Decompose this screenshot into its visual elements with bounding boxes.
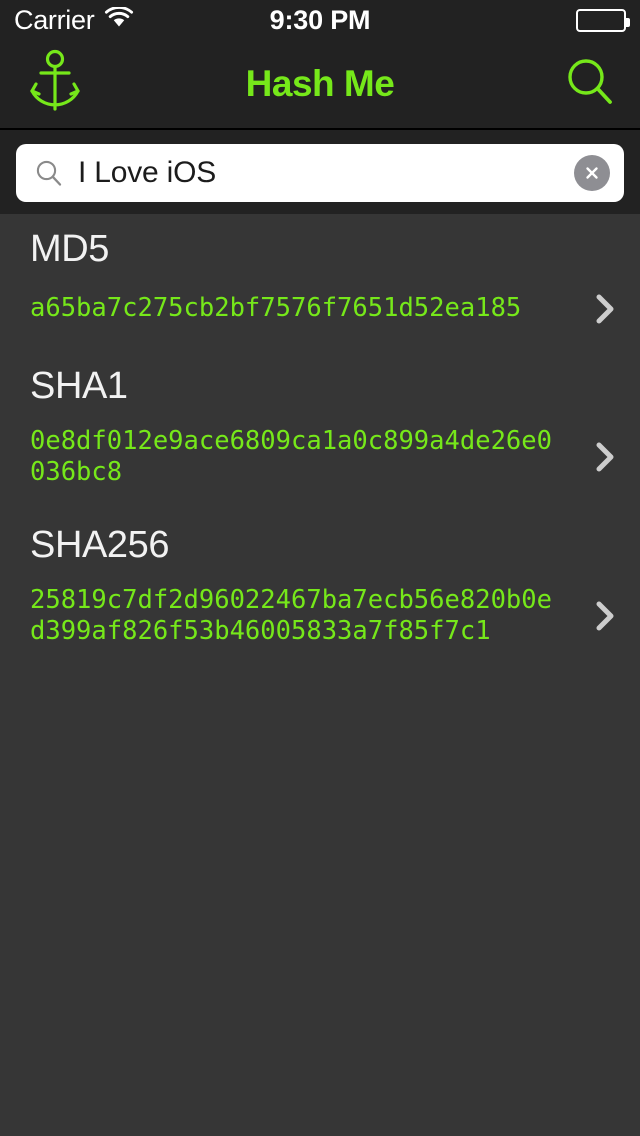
section-header-sha256: SHA256 bbox=[0, 510, 640, 571]
section-title: MD5 bbox=[30, 228, 110, 270]
search-input-icon bbox=[34, 158, 64, 188]
status-bar-left: Carrier bbox=[14, 5, 134, 36]
anchor-icon bbox=[24, 49, 86, 120]
section-title: SHA1 bbox=[30, 365, 128, 407]
hash-value-sha256: 25819c7df2d96022467ba7ecb56e820b0ed399af… bbox=[30, 585, 552, 647]
section-title: SHA256 bbox=[30, 524, 170, 567]
section-header-sha1: SHA1 bbox=[0, 351, 640, 412]
chevron-right-icon bbox=[592, 289, 618, 329]
section-header-md5: MD5 bbox=[0, 214, 640, 275]
clear-search-button[interactable] bbox=[574, 155, 610, 191]
status-bar-right bbox=[576, 8, 630, 32]
anchor-button[interactable] bbox=[24, 49, 86, 120]
battery-icon bbox=[576, 8, 630, 32]
chevron-right-icon bbox=[592, 437, 618, 477]
search-bar-container: I Love iOS bbox=[0, 130, 640, 214]
navigation-bar: Hash Me bbox=[0, 40, 640, 130]
search-icon bbox=[564, 55, 616, 114]
table-row[interactable]: 25819c7df2d96022467ba7ecb56e820b0ed399af… bbox=[0, 571, 640, 669]
table-row[interactable]: a65ba7c275cb2bf7576f7651d52ea185 bbox=[0, 275, 640, 351]
search-button[interactable] bbox=[564, 55, 616, 114]
hash-list: MD5 a65ba7c275cb2bf7576f7651d52ea185 SHA… bbox=[0, 214, 640, 670]
hash-value-sha1: 0e8df012e9ace6809ca1a0c899a4de26e0036bc8 bbox=[30, 426, 552, 488]
table-row[interactable]: 0e8df012e9ace6809ca1a0c899a4de26e0036bc8 bbox=[0, 412, 640, 510]
search-input[interactable]: I Love iOS bbox=[78, 156, 574, 190]
hash-value-md5: a65ba7c275cb2bf7576f7651d52ea185 bbox=[30, 293, 522, 324]
wifi-icon bbox=[104, 5, 134, 34]
search-field[interactable]: I Love iOS bbox=[16, 144, 624, 202]
chevron-right-icon bbox=[592, 596, 618, 636]
page-title: Hash Me bbox=[245, 63, 395, 104]
carrier-label: Carrier bbox=[14, 4, 95, 35]
app-root: Carrier 9:30 PM Hash Me I Love iOS MD5 a… bbox=[0, 0, 640, 1136]
status-bar: Carrier 9:30 PM bbox=[0, 0, 640, 40]
